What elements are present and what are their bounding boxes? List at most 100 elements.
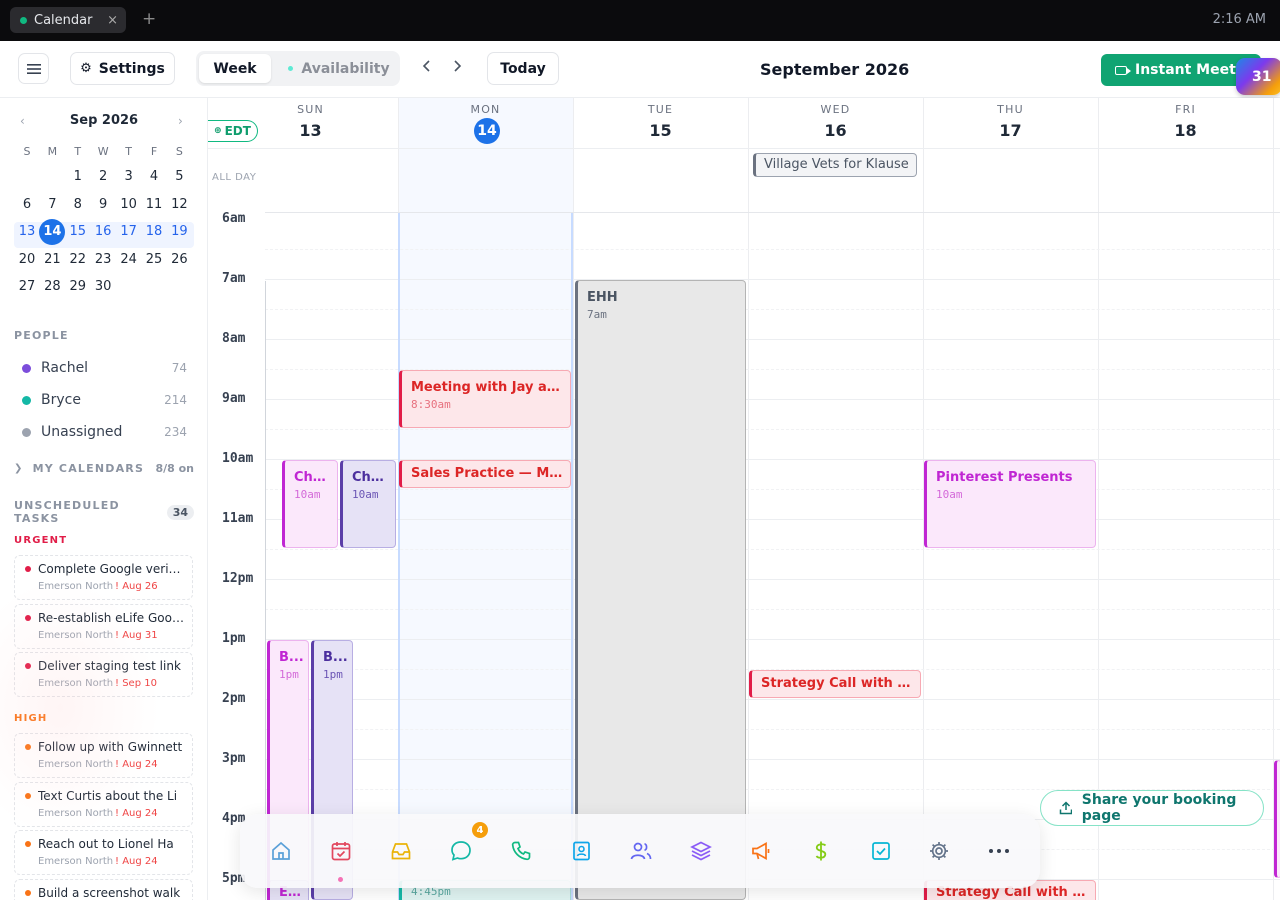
- task-card[interactable]: Complete Google verification Emerson Nort…: [14, 555, 193, 600]
- event-ehh[interactable]: EHH 7am: [575, 280, 746, 900]
- task-card[interactable]: Build a screenshot walkEmerson North! Au…: [14, 878, 193, 900]
- my-calendars-label: MY CALENDARS: [32, 461, 145, 475]
- people-icon[interactable]: [626, 836, 656, 866]
- mini-calendar-day[interactable]: 18: [141, 219, 167, 245]
- mini-calendar-day[interactable]: 9: [90, 192, 116, 218]
- event-title: Strategy Call with Nolen: [761, 676, 916, 691]
- event-offscreen[interactable]: [1274, 760, 1280, 878]
- mini-calendar-day[interactable]: 25: [141, 247, 167, 273]
- next-week-button[interactable]: [453, 57, 462, 76]
- home-icon[interactable]: [266, 836, 296, 866]
- mini-calendar-day[interactable]: 23: [90, 247, 116, 273]
- calendar-check-icon[interactable]: [326, 836, 356, 866]
- chat-icon[interactable]: [446, 836, 476, 866]
- dollar-icon[interactable]: [806, 836, 836, 866]
- mini-calendar-day[interactable]: 26: [166, 247, 192, 273]
- today-column-highlight: [398, 98, 573, 900]
- mini-calendar-day[interactable]: 24: [116, 247, 142, 273]
- mini-calendar-day[interactable]: 29: [65, 274, 91, 300]
- mini-calendar-day[interactable]: 12: [166, 192, 192, 218]
- hour-line: [265, 519, 1280, 520]
- mini-calendar-day[interactable]: 1: [65, 164, 91, 190]
- app-launcher-badge[interactable]: 31: [1236, 58, 1280, 95]
- availability-view-button[interactable]: Availability: [282, 54, 396, 83]
- mini-calendar-day[interactable]: 7: [39, 192, 65, 218]
- new-tab-button[interactable]: +: [142, 9, 156, 29]
- phone-icon[interactable]: [506, 836, 536, 866]
- mini-calendar-day[interactable]: 13: [14, 219, 40, 245]
- settings-button[interactable]: ⚙ Settings: [70, 52, 175, 85]
- tab-status-dot: [20, 16, 27, 24]
- event-church-2[interactable]: Chur... 10am: [340, 460, 396, 548]
- more-icon[interactable]: [984, 836, 1014, 866]
- event-meeting-jay[interactable]: Meeting with Jay and Br... 8:30am: [399, 370, 571, 428]
- event-strategy-nolen[interactable]: Strategy Call with Nolen: [749, 670, 921, 698]
- mini-calendar-day[interactable]: 19: [166, 219, 192, 245]
- layers-icon[interactable]: [686, 836, 716, 866]
- today-right-guide: [571, 213, 573, 900]
- task-title: Follow up with Gwinnett: [38, 740, 183, 754]
- chevron-right-icon[interactable]: ›: [178, 114, 183, 128]
- task-card[interactable]: Reach out to Lionel Ha Emerson North! Aug…: [14, 830, 193, 875]
- mini-calendar-day[interactable]: 4: [141, 164, 167, 190]
- hour-label: 9am: [222, 391, 246, 406]
- event-title: B...: [323, 650, 348, 665]
- active-indicator: [338, 877, 343, 882]
- mini-calendar-day[interactable]: 6: [14, 192, 40, 218]
- tab-calendar[interactable]: Calendar ×: [10, 7, 126, 33]
- tab-close-icon[interactable]: ×: [107, 13, 118, 28]
- mini-calendar-header: ‹ Sep 2026 ›: [0, 112, 207, 130]
- mini-calendar-day[interactable]: 21: [39, 247, 65, 273]
- day-header-thu[interactable]: THU 17: [923, 98, 1098, 148]
- event-time: 10am: [936, 488, 963, 501]
- mini-calendar-day[interactable]: 27: [14, 274, 40, 300]
- timezone-pill[interactable]: ⊕ EDT: [208, 120, 258, 142]
- event-church-1[interactable]: Chur... 10am: [282, 460, 338, 548]
- task-card[interactable]: Text Curtis about the Li Emerson North! A…: [14, 781, 193, 827]
- task-card[interactable]: Re-establish eLife Google Emerson North! …: [14, 603, 193, 649]
- unscheduled-tasks-title: UNSCHEDULED TASKS: [14, 499, 120, 525]
- person-rachel[interactable]: Rachel 74: [22, 358, 187, 378]
- gear-icon[interactable]: [924, 836, 954, 866]
- mini-calendar-day[interactable]: 11: [141, 192, 167, 218]
- person-unassigned[interactable]: Unassigned 234: [22, 422, 187, 442]
- allday-event[interactable]: Village Vets for Klause: [753, 153, 917, 177]
- task-card[interactable]: Follow up with Gwinnett Emerson North! Au…: [14, 733, 193, 778]
- mini-calendar-day[interactable]: 20: [14, 247, 40, 273]
- mini-calendar-day[interactable]: 17: [116, 219, 142, 245]
- day-header-tue[interactable]: TUE 15: [573, 98, 748, 148]
- mini-calendar-day[interactable]: 10: [116, 192, 142, 218]
- prev-week-button[interactable]: [422, 57, 431, 76]
- event-sales-practice[interactable]: Sales Practice — Mock C...: [399, 460, 571, 488]
- mini-calendar-day[interactable]: 16: [90, 219, 116, 245]
- inbox-icon[interactable]: [386, 836, 416, 866]
- person-bryce[interactable]: Bryce 214: [22, 390, 187, 410]
- half-hour-line: [265, 549, 1280, 550]
- mini-calendar-day[interactable]: 30: [90, 274, 116, 300]
- task-check-icon[interactable]: [866, 836, 896, 866]
- mini-calendar-day[interactable]: 28: [39, 274, 65, 300]
- megaphone-icon[interactable]: [746, 836, 776, 866]
- day-of-week: MON: [470, 103, 501, 116]
- mini-calendar-day[interactable]: 14: [39, 219, 65, 245]
- mini-calendar-day[interactable]: 2: [90, 164, 116, 190]
- day-header-fri[interactable]: FRI 18: [1098, 98, 1273, 148]
- mini-calendar-day[interactable]: 22: [65, 247, 91, 273]
- mini-calendar-day[interactable]: 8: [65, 192, 91, 218]
- mini-calendar-day[interactable]: 3: [116, 164, 142, 190]
- my-calendars-toggle[interactable]: ❯ MY CALENDARS 8/8 on: [14, 460, 194, 476]
- week-view-button[interactable]: Week: [199, 54, 271, 83]
- contacts-book-icon[interactable]: [566, 836, 596, 866]
- day-header-wed[interactable]: WED 16: [748, 98, 923, 148]
- clock: 2:16 AM: [1212, 12, 1266, 27]
- mini-calendar-day[interactable]: 15: [65, 219, 91, 245]
- task-assignee: Emerson North: [38, 581, 114, 592]
- mini-calendar-day[interactable]: 5: [166, 164, 192, 190]
- task-card[interactable]: Deliver staging test link Emerson North! …: [14, 652, 193, 697]
- event-pinterest[interactable]: Pinterest Presents 10am: [924, 460, 1096, 548]
- person-name: Unassigned: [41, 424, 123, 440]
- day-header-mon[interactable]: MON 14: [398, 98, 573, 148]
- today-button[interactable]: Today: [487, 52, 559, 85]
- share-booking-page-button[interactable]: Share your booking page: [1040, 790, 1264, 826]
- menu-button[interactable]: [18, 53, 49, 84]
